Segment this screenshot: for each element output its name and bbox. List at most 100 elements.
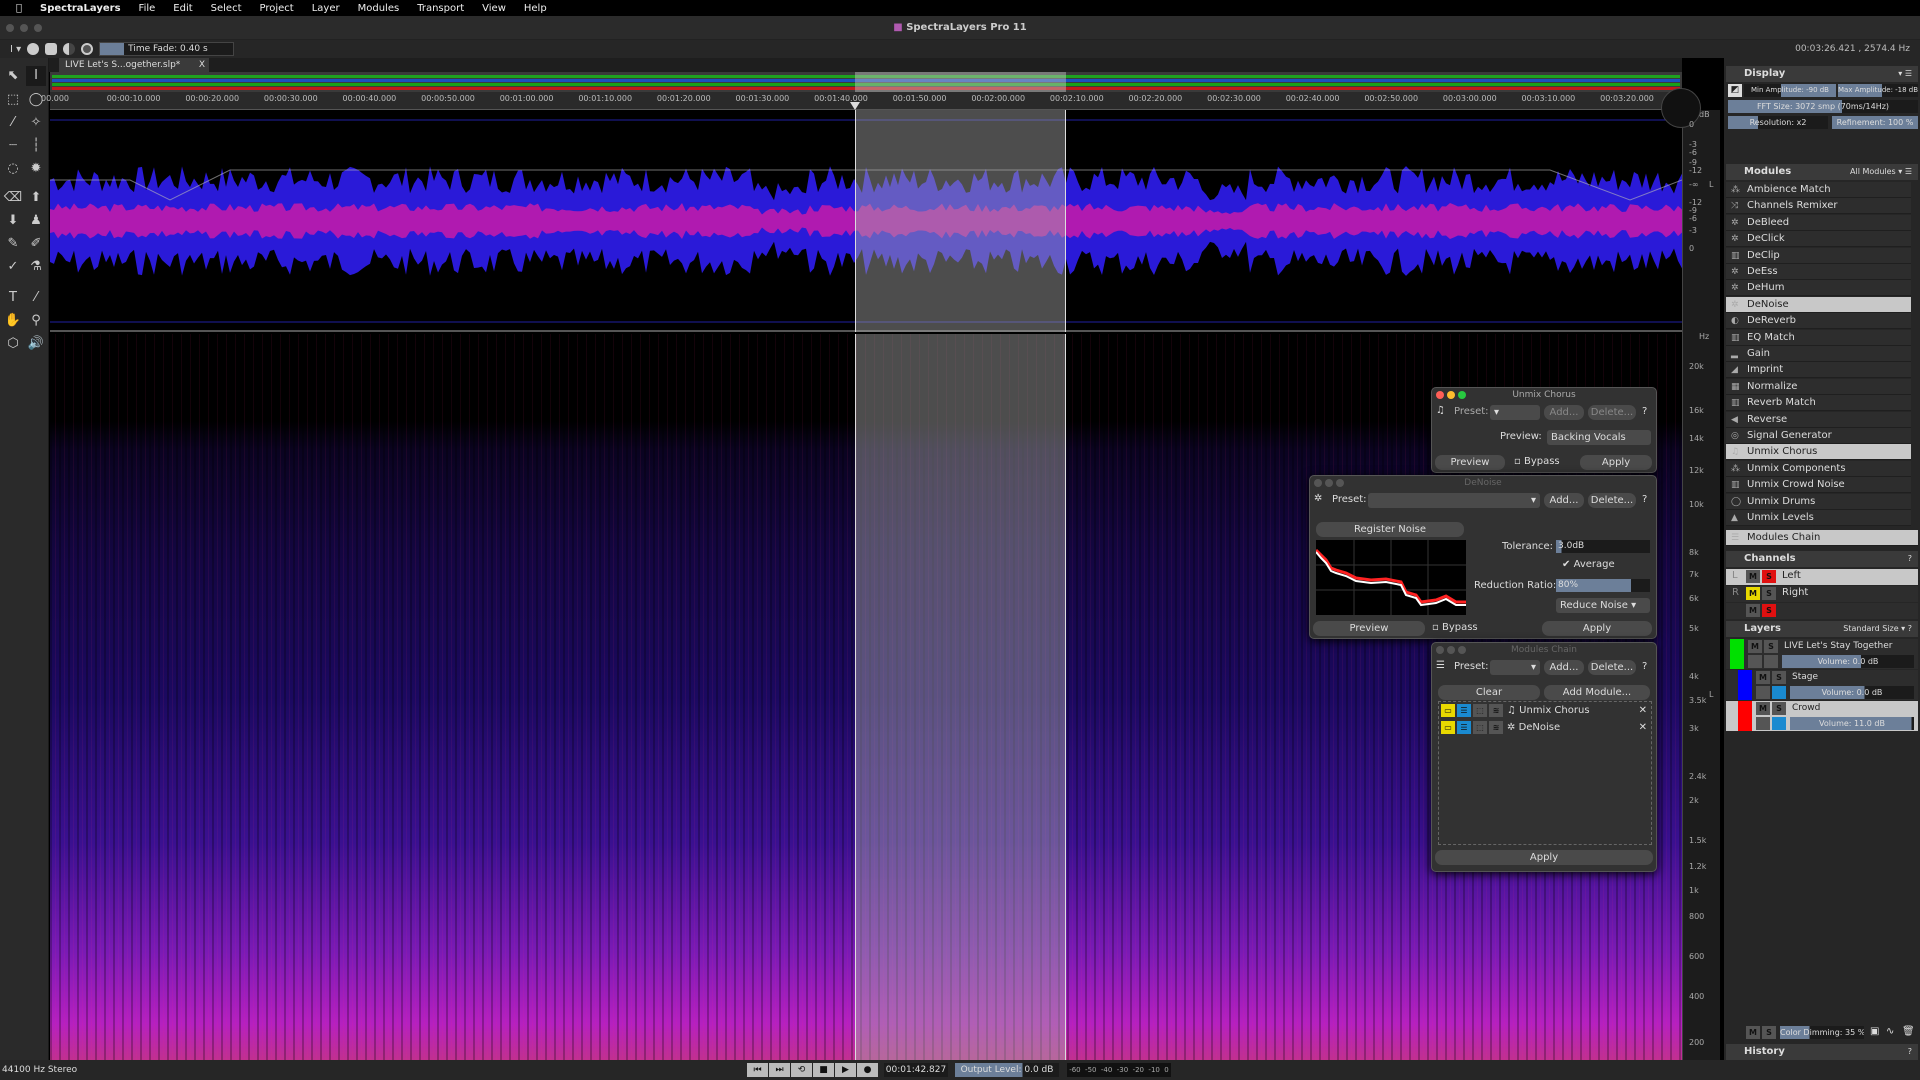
modules-filter-dropdown[interactable]: All Modules ▾ ☰: [1850, 164, 1912, 180]
layer-volume-slider[interactable]: Volume: 11.0 dB: [1790, 717, 1914, 730]
delete-preset-button[interactable]: Delete...: [1588, 405, 1636, 420]
bypass-checkbox[interactable]: ▫ Bypass: [1432, 622, 1478, 633]
time-selection-tool-icon[interactable]: I: [26, 66, 46, 86]
module-item[interactable]: ◐ DeReverb: [1726, 313, 1911, 330]
help-icon[interactable]: ?: [1908, 551, 1912, 567]
refinement-slider[interactable]: Refinement: 100 %: [1832, 116, 1918, 129]
minimize-window-button[interactable]: [20, 24, 28, 32]
move-tool-icon[interactable]: ⬉: [3, 66, 23, 86]
menu-layer[interactable]: Layer: [312, 3, 340, 14]
help-icon[interactable]: ?: [1642, 661, 1647, 672]
module-item[interactable]: ▲ Unmix Levels: [1726, 510, 1911, 526]
zoom-navigator-icon[interactable]: [1661, 88, 1701, 128]
chain-item[interactable]: ▭ ☰ ⬚ ≋ ♫ Unmix Chorus ✕: [1441, 704, 1649, 719]
display-header[interactable]: Display ▾ ☰: [1726, 66, 1918, 82]
3d-view-icon[interactable]: ⬡: [3, 334, 23, 354]
brush-soft-icon[interactable]: [63, 43, 76, 55]
enable-icon[interactable]: ▭: [1441, 704, 1455, 717]
skip-end-button[interactable]: ⏭: [769, 1063, 790, 1077]
draw-icon[interactable]: ✎: [3, 234, 23, 254]
preview-button[interactable]: Preview: [1313, 621, 1425, 636]
apply-button[interactable]: Apply: [1580, 455, 1652, 470]
enable-icon[interactable]: ▭: [1441, 721, 1455, 734]
bypass-checkbox[interactable]: ▫ Bypass: [1514, 456, 1560, 467]
clone-stamp-icon[interactable]: ♟: [26, 211, 46, 231]
modules-chain-item[interactable]: ☰ Modules Chain: [1726, 530, 1918, 546]
menu-edit[interactable]: Edit: [173, 3, 192, 14]
menu-file[interactable]: File: [139, 3, 156, 14]
reduction-ratio-slider[interactable]: 80%: [1556, 579, 1650, 592]
module-item[interactable]: ◯ Unmix Drums: [1726, 493, 1911, 510]
dotted-circle-icon[interactable]: ◌: [3, 159, 23, 179]
envelope-button[interactable]: [1772, 717, 1786, 730]
attenuate-icon[interactable]: ⬇: [3, 211, 23, 231]
menu-view[interactable]: View: [482, 3, 506, 14]
phase-invert-button[interactable]: [1748, 655, 1762, 668]
output-level-slider[interactable]: Output Level: 0.0 dB: [955, 1063, 1059, 1077]
speaker-icon[interactable]: 🔊: [26, 334, 46, 354]
apply-button[interactable]: Apply: [1542, 621, 1652, 636]
min-amplitude-slider[interactable]: Min Amplitude: -90 dB: [1744, 84, 1836, 97]
help-icon[interactable]: ?: [1642, 494, 1647, 505]
playhead-marker[interactable]: [850, 102, 860, 110]
solo-button[interactable]: S: [1762, 604, 1776, 617]
module-item[interactable]: ✲ DeClick: [1726, 231, 1911, 248]
register-noise-button[interactable]: Register Noise: [1316, 522, 1464, 537]
skip-start-button[interactable]: ⏮: [747, 1063, 768, 1077]
history-help-icon[interactable]: ?: [1908, 1044, 1912, 1060]
channel-row[interactable]: R M S Right: [1726, 586, 1918, 602]
layers-icon[interactable]: ≋: [1489, 721, 1503, 734]
module-item[interactable]: ✲ DeBleed: [1726, 214, 1911, 231]
dialog-title-bar[interactable]: DeNoise: [1310, 476, 1656, 490]
module-item[interactable]: ▥ EQ Match: [1726, 329, 1911, 346]
heal-icon[interactable]: ✓: [3, 257, 23, 277]
time-selection-spectral[interactable]: [855, 334, 1066, 1060]
preview-button[interactable]: Preview: [1435, 455, 1505, 470]
tolerance-slider[interactable]: 3.0dB: [1556, 540, 1650, 553]
layer-row[interactable]: M S Crowd Volume: 11.0 dB: [1726, 701, 1918, 731]
phase-invert-button[interactable]: [1756, 717, 1770, 730]
frequency-select-icon[interactable]: ┆: [26, 136, 46, 156]
module-item[interactable]: ✲ DeEss: [1726, 264, 1911, 280]
layer-row[interactable]: M S LIVE Let's Stay Together Volume: 0.0 dB: [1726, 639, 1918, 669]
preset-dropdown[interactable]: ▾: [1490, 405, 1540, 420]
document-tab[interactable]: LIVE Let's S...ogether.slp* X: [59, 58, 209, 72]
dialog-title-bar[interactable]: Unmix Chorus: [1432, 388, 1656, 402]
cursor-mode-icon[interactable]: I ▾: [10, 44, 21, 55]
module-item[interactable]: ▥ Reverb Match: [1726, 395, 1911, 412]
menu-app[interactable]: SpectraLayers: [40, 3, 121, 14]
apple-icon[interactable]: : [16, 3, 22, 14]
add-preset-button[interactable]: Add...: [1544, 405, 1584, 420]
fft-size-slider[interactable]: FFT Size: 3072 smp (70ms/14Hz): [1728, 100, 1918, 113]
layer-mute-button[interactable]: M: [1756, 671, 1770, 684]
delete-preset-button[interactable]: Delete...: [1588, 660, 1636, 675]
layer-mute-button[interactable]: M: [1748, 640, 1762, 653]
eraser-icon[interactable]: ⌫: [3, 188, 23, 208]
module-item[interactable]: ⁂ Unmix Components: [1726, 460, 1911, 477]
harmonic-select-icon[interactable]: ┈: [3, 136, 23, 156]
envelope-button[interactable]: [1772, 686, 1786, 699]
preset-dropdown[interactable]: ▾: [1490, 660, 1540, 675]
history-header[interactable]: History?: [1726, 1044, 1918, 1060]
add-preset-button[interactable]: Add...: [1544, 493, 1584, 508]
preview-mode-dropdown[interactable]: Backing Vocals: [1547, 430, 1651, 445]
max-amplitude-slider[interactable]: Max Amplitude: -18 dB: [1838, 84, 1918, 97]
time-fade-field[interactable]: Time Fade: 0.40 s: [99, 42, 235, 56]
layer-solo-button[interactable]: S: [1764, 640, 1778, 653]
mute-button[interactable]: M: [1746, 570, 1760, 583]
delete-layer-icon[interactable]: 🗑: [1902, 1026, 1915, 1037]
layers-mute-button[interactable]: M: [1746, 1026, 1760, 1039]
menu-help[interactable]: Help: [524, 3, 547, 14]
loop-button[interactable]: ⟲: [791, 1063, 812, 1077]
clear-chain-button[interactable]: Clear: [1438, 685, 1540, 700]
phase-invert-button[interactable]: [1756, 686, 1770, 699]
overview-selection[interactable]: [855, 72, 1066, 92]
preset-dropdown[interactable]: ▾: [1368, 493, 1540, 508]
module-item[interactable]: ✲ DeNoise: [1726, 296, 1911, 313]
mute-button[interactable]: M: [1746, 604, 1760, 617]
eyedropper-icon[interactable]: ⁄: [26, 288, 46, 308]
apply-button[interactable]: Apply: [1435, 850, 1653, 865]
mute-button[interactable]: M: [1746, 587, 1760, 600]
text-tool-icon[interactable]: T: [3, 288, 23, 308]
average-checkbox[interactable]: ✔ Average: [1562, 559, 1615, 570]
